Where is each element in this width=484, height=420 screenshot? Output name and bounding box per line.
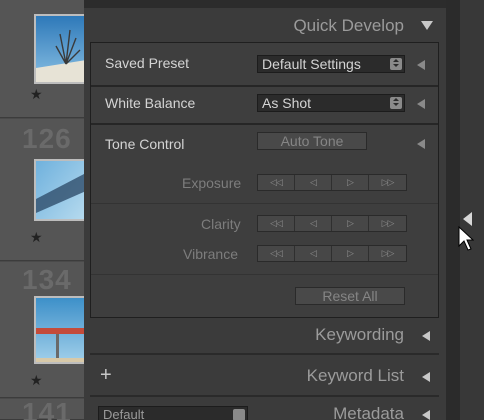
- vibrance-label: Vibrance: [183, 246, 239, 262]
- metadata-preset-value: Default: [103, 407, 145, 420]
- vibrance-stepper[interactable]: ◁◁ ◁ ▷ ▷▷: [257, 245, 407, 262]
- saved-preset-select[interactable]: Default Settings: [257, 55, 405, 73]
- step-small-up-button[interactable]: ▷: [332, 246, 369, 261]
- photo-number: 134: [22, 264, 72, 295]
- exposure-stepper[interactable]: ◁◁ ◁ ▷ ▷▷: [257, 174, 407, 191]
- select-spinner-icon: [390, 58, 402, 70]
- tone-control-label: Tone Control: [105, 136, 185, 152]
- step-small-down-button[interactable]: ◁: [295, 175, 332, 190]
- row-separator: [91, 274, 438, 275]
- filmstrip-cell[interactable]: ★: [0, 0, 84, 118]
- clarity-stepper[interactable]: ◁◁ ◁ ▷ ▷▷: [257, 215, 407, 232]
- mouse-cursor-icon: [458, 226, 474, 251]
- filmstrip-cell[interactable]: 134 ★: [0, 262, 84, 398]
- photo-thumbnail[interactable]: [34, 159, 84, 221]
- step-large-down-button[interactable]: ◁◁: [258, 175, 295, 190]
- white-balance-label: White Balance: [105, 95, 196, 111]
- step-small-down-button[interactable]: ◁: [295, 216, 332, 231]
- panel-edge-strip: [446, 0, 460, 420]
- rating-star[interactable]: ★: [30, 86, 43, 103]
- row-separator: [91, 123, 438, 125]
- white-balance-select[interactable]: As Shot: [257, 94, 405, 112]
- rating-star[interactable]: ★: [30, 229, 43, 246]
- panel-top-bar: [84, 0, 446, 8]
- step-large-up-button[interactable]: ▷▷: [369, 246, 406, 261]
- photo-number: 126: [22, 123, 72, 154]
- reset-all-button[interactable]: Reset All: [295, 287, 405, 305]
- metadata-preset-select[interactable]: Default: [98, 406, 248, 420]
- right-panel: Quick Develop Saved Preset Default Setti…: [84, 0, 446, 420]
- step-large-down-button[interactable]: ◁◁: [258, 216, 295, 231]
- row-separator: [91, 203, 438, 204]
- section-divider: [90, 395, 439, 397]
- select-spinner-icon: [390, 97, 402, 109]
- filmstrip: ★ 126 ★ 134 ★ 141: [0, 0, 84, 420]
- keywording-header[interactable]: Keywording: [315, 325, 404, 345]
- collapse-triangle-icon[interactable]: [421, 21, 433, 30]
- row-separator: [91, 85, 438, 87]
- metadata-header[interactable]: Metadata: [333, 404, 404, 420]
- select-spinner-icon: [233, 409, 245, 420]
- photo-number: 141: [22, 397, 72, 420]
- window-background: [460, 0, 484, 420]
- section-divider: [90, 353, 439, 355]
- keyword-list-header[interactable]: Keyword List: [307, 366, 404, 386]
- expand-triangle-icon[interactable]: [422, 410, 430, 420]
- white-balance-value: As Shot: [262, 95, 312, 111]
- filmstrip-cell[interactable]: 141: [0, 397, 84, 420]
- step-small-up-button[interactable]: ▷: [332, 216, 369, 231]
- step-large-down-button[interactable]: ◁◁: [258, 246, 295, 261]
- expand-triangle-icon[interactable]: [417, 99, 425, 109]
- saved-preset-value: Default Settings: [262, 56, 361, 72]
- filmstrip-cell[interactable]: 126 ★: [0, 119, 84, 261]
- photo-thumbnail[interactable]: [34, 14, 84, 84]
- step-small-down-button[interactable]: ◁: [295, 246, 332, 261]
- expand-triangle-icon[interactable]: [417, 139, 425, 149]
- expand-triangle-icon[interactable]: [422, 331, 430, 341]
- expand-triangle-icon[interactable]: [417, 60, 425, 70]
- saved-preset-label: Saved Preset: [105, 55, 190, 71]
- panel-toggle-arrow-icon[interactable]: [463, 212, 472, 226]
- auto-tone-button[interactable]: Auto Tone: [257, 132, 367, 150]
- exposure-label: Exposure: [182, 175, 242, 191]
- quick-develop-panel: Saved Preset Default Settings White Bala…: [90, 42, 439, 318]
- step-small-up-button[interactable]: ▷: [332, 175, 369, 190]
- clarity-label: Clarity: [201, 216, 241, 232]
- quick-develop-header[interactable]: Quick Develop: [293, 16, 404, 36]
- step-large-up-button[interactable]: ▷▷: [369, 175, 406, 190]
- photo-thumbnail[interactable]: [34, 296, 84, 364]
- rating-star[interactable]: ★: [30, 372, 43, 389]
- expand-triangle-icon[interactable]: [422, 372, 430, 382]
- add-keyword-button[interactable]: +: [100, 364, 112, 387]
- step-large-up-button[interactable]: ▷▷: [369, 216, 406, 231]
